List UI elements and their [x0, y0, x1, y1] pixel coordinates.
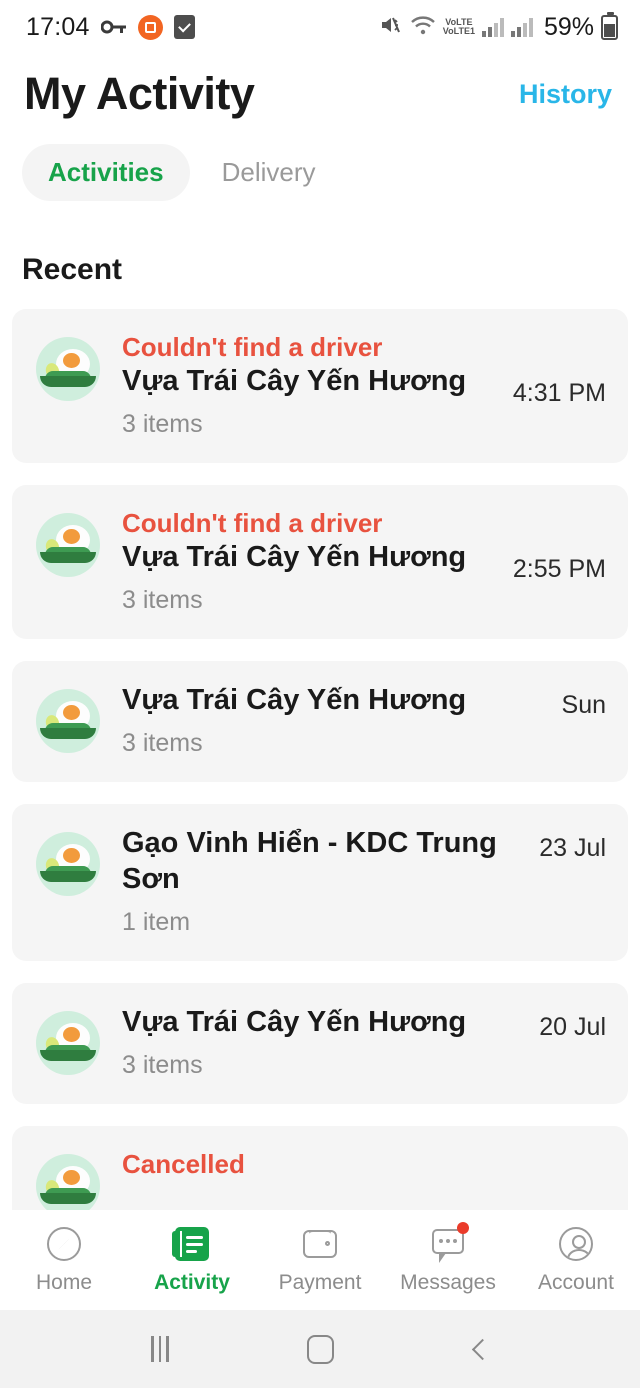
order-body: Couldn't find a driver Vựa Trái Cây Yến … — [122, 331, 491, 439]
history-link[interactable]: History — [515, 73, 616, 116]
order-time: 20 Jul — [539, 1013, 606, 1042]
mute-icon — [379, 13, 403, 42]
order-body: Gạo Vinh Hiển - KDC Trung Sơn 1 item — [122, 826, 517, 937]
volte-label: VoLTE1 — [442, 26, 475, 36]
nav-label-activity: Activity — [154, 1271, 230, 1294]
wifi-icon — [410, 14, 436, 41]
order-thumbnail-icon — [36, 513, 100, 578]
checkbox-icon — [173, 15, 195, 39]
nav-item-messages[interactable]: Messages — [384, 1222, 512, 1295]
compass-icon — [45, 1225, 83, 1263]
order-body: Couldn't find a driver Vựa Trái Cây Yến … — [122, 507, 491, 615]
nav-label-payment: Payment — [278, 1271, 362, 1294]
page-title: My Activity — [24, 68, 255, 119]
order-time: 2:55 PM — [512, 555, 606, 584]
order-status: Cancelled — [122, 1149, 245, 1180]
tab-delivery[interactable]: Delivery — [196, 144, 342, 201]
back-button[interactable] — [450, 1319, 510, 1379]
order-body: Vựa Trái Cây Yến Hương 3 items — [122, 683, 540, 758]
nav-item-activity[interactable]: Activity — [128, 1225, 256, 1295]
order-card[interactable]: Vựa Trái Cây Yến Hương 3 items 20 Jul — [12, 983, 628, 1105]
order-body: Cancelled — [122, 1148, 606, 1181]
order-thumbnail-icon — [36, 1011, 100, 1076]
order-card[interactable]: Gạo Vinh Hiển - KDC Trung Sơn 1 item 23 … — [12, 804, 628, 962]
nav-label-account: Account — [538, 1271, 614, 1294]
wallet-icon — [301, 1225, 339, 1263]
order-item-count: 3 items — [122, 586, 203, 615]
key-icon — [100, 19, 127, 35]
order-time: Sun — [561, 691, 606, 720]
status-bar: 17:04 VoLTE VoLTE1 59% — [0, 0, 640, 54]
order-item-count: 3 items — [122, 410, 203, 439]
bottom-navigation-bar: Home Activity Payment Messages Account — [0, 1210, 640, 1310]
signal-icon-1 — [481, 17, 504, 37]
tab-activities[interactable]: Activities — [22, 144, 190, 201]
recents-button[interactable] — [130, 1319, 190, 1379]
order-merchant-name: Vựa Trái Cây Yến Hương — [122, 684, 467, 717]
system-navigation-bar — [0, 1310, 640, 1388]
order-thumbnail-icon — [36, 689, 100, 754]
nav-label-messages: Messages — [400, 1271, 496, 1294]
volte-icon: VoLTE VoLTE1 — [443, 18, 475, 36]
order-merchant-name: Vựa Trái Cây Yến Hương — [122, 1006, 467, 1039]
order-merchant-name: Vựa Trái Cây Yến Hương — [122, 541, 467, 574]
order-card[interactable]: Couldn't find a driver Vựa Trái Cây Yến … — [12, 309, 628, 464]
nav-item-account[interactable]: Account — [512, 1225, 640, 1295]
order-merchant-name: Vựa Trái Cây Yến Hương — [122, 365, 467, 398]
nav-label-home: Home — [35, 1271, 93, 1294]
order-card[interactable]: Vựa Trái Cây Yến Hương 3 items Sun — [12, 661, 628, 783]
order-item-count: 3 items — [122, 729, 203, 758]
order-merchant-name: Gạo Vinh Hiển - KDC Trung Sơn — [122, 827, 497, 896]
battery-icon — [601, 11, 618, 40]
messages-badge-dot — [457, 1222, 469, 1234]
order-status: Couldn't find a driver — [122, 508, 383, 539]
order-time: 23 Jul — [539, 834, 606, 863]
order-thumbnail-icon — [36, 337, 100, 401]
status-bar-clock: 17:04 — [26, 12, 90, 41]
orange-app-icon — [137, 14, 163, 40]
battery-percent-label: 59% — [543, 12, 594, 41]
phone-screen: 17:04 VoLTE VoLTE1 59% My Activity Histo… — [0, 0, 640, 1388]
signal-icon-2 — [510, 17, 533, 37]
order-list: Couldn't find a driver Vựa Trái Cây Yến … — [0, 287, 640, 1243]
chat-icon — [429, 1222, 469, 1263]
home-button[interactable] — [290, 1319, 350, 1379]
tab-bar: Activities Delivery — [0, 120, 640, 201]
status-bar-left: 17:04 — [26, 13, 195, 42]
order-item-count: 1 item — [122, 908, 191, 937]
order-status: Couldn't find a driver — [122, 332, 383, 362]
status-bar-right: VoLTE VoLTE1 59% — [379, 11, 618, 42]
nav-item-payment[interactable]: Payment — [256, 1225, 384, 1295]
order-thumbnail-icon — [36, 1154, 100, 1219]
section-title-recent: Recent — [22, 253, 123, 286]
order-body: Vựa Trái Cây Yến Hương 3 items — [122, 1005, 517, 1080]
order-time: 4:31 PM — [512, 379, 606, 407]
person-icon — [557, 1225, 595, 1263]
order-item-count: 3 items — [122, 1051, 203, 1080]
document-icon — [172, 1225, 211, 1263]
nav-item-home[interactable]: Home — [0, 1225, 128, 1295]
order-thumbnail-icon — [36, 832, 100, 897]
order-card[interactable]: Couldn't find a driver Vựa Trái Cây Yến … — [12, 485, 628, 640]
page-header: My Activity History — [0, 54, 640, 120]
